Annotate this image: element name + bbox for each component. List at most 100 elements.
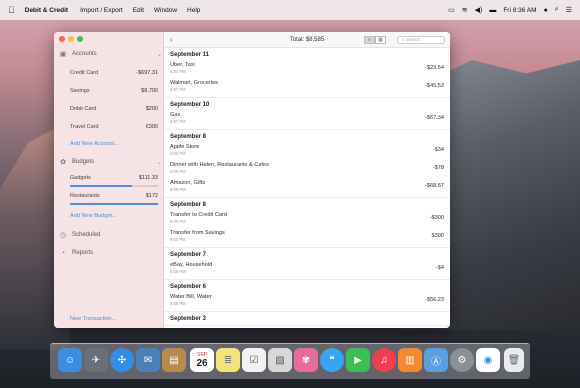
budget-row-restaurants[interactable]: Restaurants $172: [70, 190, 158, 202]
search-placeholder: Search: [405, 37, 421, 42]
launchpad-icon[interactable]: ✈: [84, 348, 108, 372]
window-controls: [59, 36, 83, 42]
menu-edit[interactable]: Edit: [133, 7, 144, 14]
debit-credit-app-icon[interactable]: ◉: [476, 348, 500, 372]
menu-help[interactable]: Help: [187, 7, 200, 14]
date-header: September 11: [170, 52, 210, 58]
spotlight-icon[interactable]: ⌕: [555, 6, 559, 14]
photos-icon[interactable]: ✾: [294, 348, 318, 372]
app-menu[interactable]: Debit & Credit: [25, 7, 68, 14]
notification-center-icon[interactable]: ☰: [566, 6, 572, 14]
app-store-icon[interactable]: Ⓐ: [424, 348, 448, 372]
transaction-row[interactable]: Apple Store 6:03 PM -$34: [170, 144, 444, 160]
transaction-name: Water Bill, Water: [170, 294, 212, 300]
transaction-row[interactable]: Transfer to Credit Card 9:00 PM -$300: [170, 212, 444, 228]
volume-icon[interactable]: ◀): [475, 6, 483, 14]
transaction-time: 6:03 PM: [170, 151, 186, 156]
transaction-time: 6:57 PM: [170, 87, 186, 92]
search-input[interactable]: ⌕ Search: [397, 36, 445, 44]
mail-icon[interactable]: ✉: [136, 348, 160, 372]
new-transaction-link[interactable]: New Transaction...: [70, 316, 116, 322]
transaction-time: 9:00 PM: [170, 219, 186, 224]
date-header: September 10: [170, 102, 210, 108]
sidebar-item-reports[interactable]: ◔ Reports: [58, 247, 162, 259]
transaction-time: 6:58 PM: [170, 301, 186, 306]
contacts-icon[interactable]: ▤: [162, 348, 186, 372]
wifi-icon[interactable]: ≋: [462, 6, 468, 14]
menu-import-export[interactable]: Import / Export: [80, 7, 123, 14]
account-row-travel-card[interactable]: Travel Card €300: [70, 121, 158, 133]
account-row-savings[interactable]: Savings $8,700: [70, 85, 158, 97]
transaction-row[interactable]: Transfer from Savings 9:00 PM $300: [170, 230, 444, 246]
preview-icon[interactable]: ▧: [268, 348, 292, 372]
date-header: September 3: [170, 316, 207, 322]
budget-name: Restaurants: [70, 193, 100, 199]
minimize-button[interactable]: [68, 36, 74, 42]
transaction-row[interactable]: Amazon, Gifts 6:58 PM -$68.67: [170, 180, 444, 196]
close-button[interactable]: [59, 36, 65, 42]
view-toggle: ≡ ▦: [364, 36, 386, 44]
list-view-button[interactable]: ≡: [364, 36, 375, 44]
menu-window[interactable]: Window: [154, 7, 177, 14]
grid-view-button[interactable]: ▦: [375, 36, 386, 44]
account-name: Debit Card: [70, 106, 97, 112]
zoom-button[interactable]: [77, 36, 83, 42]
account-row-debit-card[interactable]: Debit Card $200: [70, 103, 158, 115]
notes-icon[interactable]: ≣: [216, 348, 240, 372]
transaction-time: 6:58 PM: [170, 269, 186, 274]
facetime-icon[interactable]: ▶: [346, 348, 370, 372]
finder-icon[interactable]: ☺: [58, 348, 82, 372]
transaction-row[interactable]: Uber, Taxi 6:04 PM -$23.54: [170, 62, 444, 78]
airplay-icon[interactable]: ▭: [448, 6, 455, 14]
budget-amount: $172: [145, 193, 158, 199]
accounts-header[interactable]: ▣ Accounts ⌄: [58, 48, 162, 60]
transaction-time: 6:04 PM: [170, 69, 186, 74]
add-account-link[interactable]: Add New Account...: [70, 141, 119, 147]
transaction-row[interactable]: Walmart, Groceries 6:57 PM -$45.53: [170, 80, 444, 96]
transaction-amount: -$300: [429, 215, 444, 221]
account-row-credit-card[interactable]: Credit Card -$697.31: [70, 67, 158, 79]
transaction-row[interactable]: Dinner with Helen, Restaurants & Cafes 9:…: [170, 162, 444, 178]
budget-amount: $111.33: [138, 175, 158, 181]
transaction-name: Transfer from Savings: [170, 230, 225, 236]
messages-icon[interactable]: ❝: [320, 348, 344, 372]
sidebar-item-label: Reports: [72, 250, 94, 256]
apple-menu-icon[interactable]: : [8, 5, 15, 15]
accounts-header-label: Accounts: [72, 51, 97, 57]
transaction-row[interactable]: Water Bill, Water 6:58 PM -$56.23: [170, 294, 444, 310]
calendar-icon[interactable]: SEP 26: [190, 348, 214, 372]
transaction-amount: $300: [431, 233, 444, 239]
budget-progress-fill: [70, 203, 158, 205]
system-preferences-icon[interactable]: ⚙: [450, 348, 474, 372]
dock: ☺ ✈ ✣ ✉ ▤ SEP 26 ≣ ☑ ▧ ✾ ❝ ▶ ♫ ▥ Ⓐ ⚙ ◉ 🗑: [50, 343, 530, 379]
reminders-icon[interactable]: ☑: [242, 348, 266, 372]
app-window: ▣ Accounts ⌄ Credit Card -$697.31 Saving…: [54, 32, 450, 328]
itunes-icon[interactable]: ♫: [372, 348, 396, 372]
section-divider: [164, 129, 450, 130]
user-icon[interactable]: ●: [544, 7, 548, 14]
transaction-time: 9:00 PM: [170, 169, 186, 174]
chevron-down-icon[interactable]: ⌄: [157, 159, 162, 166]
transaction-name: Amazon, Gifts: [170, 180, 206, 186]
safari-icon[interactable]: ✣: [110, 348, 134, 372]
chevron-down-icon[interactable]: ⌄: [157, 51, 162, 58]
add-budget-link[interactable]: Add New Budget...: [70, 213, 117, 219]
transaction-row[interactable]: eBay, Household 6:58 PM -$4: [170, 262, 444, 278]
transaction-amount: -$4: [435, 265, 444, 271]
sidebar-item-scheduled[interactable]: ◷ Scheduled: [58, 229, 162, 241]
ibooks-icon[interactable]: ▥: [398, 348, 422, 372]
battery-icon[interactable]: ▬: [489, 7, 496, 14]
trash-icon[interactable]: 🗑: [504, 348, 524, 372]
section-divider: [164, 279, 450, 280]
budgets-header[interactable]: ✿ Budgets ⌄: [58, 156, 162, 168]
sidebar-item-label: Scheduled: [72, 232, 101, 238]
transaction-amount: -$34: [432, 147, 444, 153]
transaction-name: Gas: [170, 112, 181, 118]
menu-clock[interactable]: Fri 8:36 AM: [503, 7, 536, 14]
toolbar: ‹ Total: $8,585 ≡ ▦ ⌕ Search: [164, 32, 450, 48]
budget-row-gadgets[interactable]: Gadgets $111.33: [70, 172, 158, 184]
transaction-row[interactable]: Gas 6:57 PM -$67.34: [170, 112, 444, 128]
account-name: Credit Card: [70, 70, 99, 76]
account-balance: €300: [145, 124, 158, 130]
chart-icon: ◔: [60, 249, 66, 257]
